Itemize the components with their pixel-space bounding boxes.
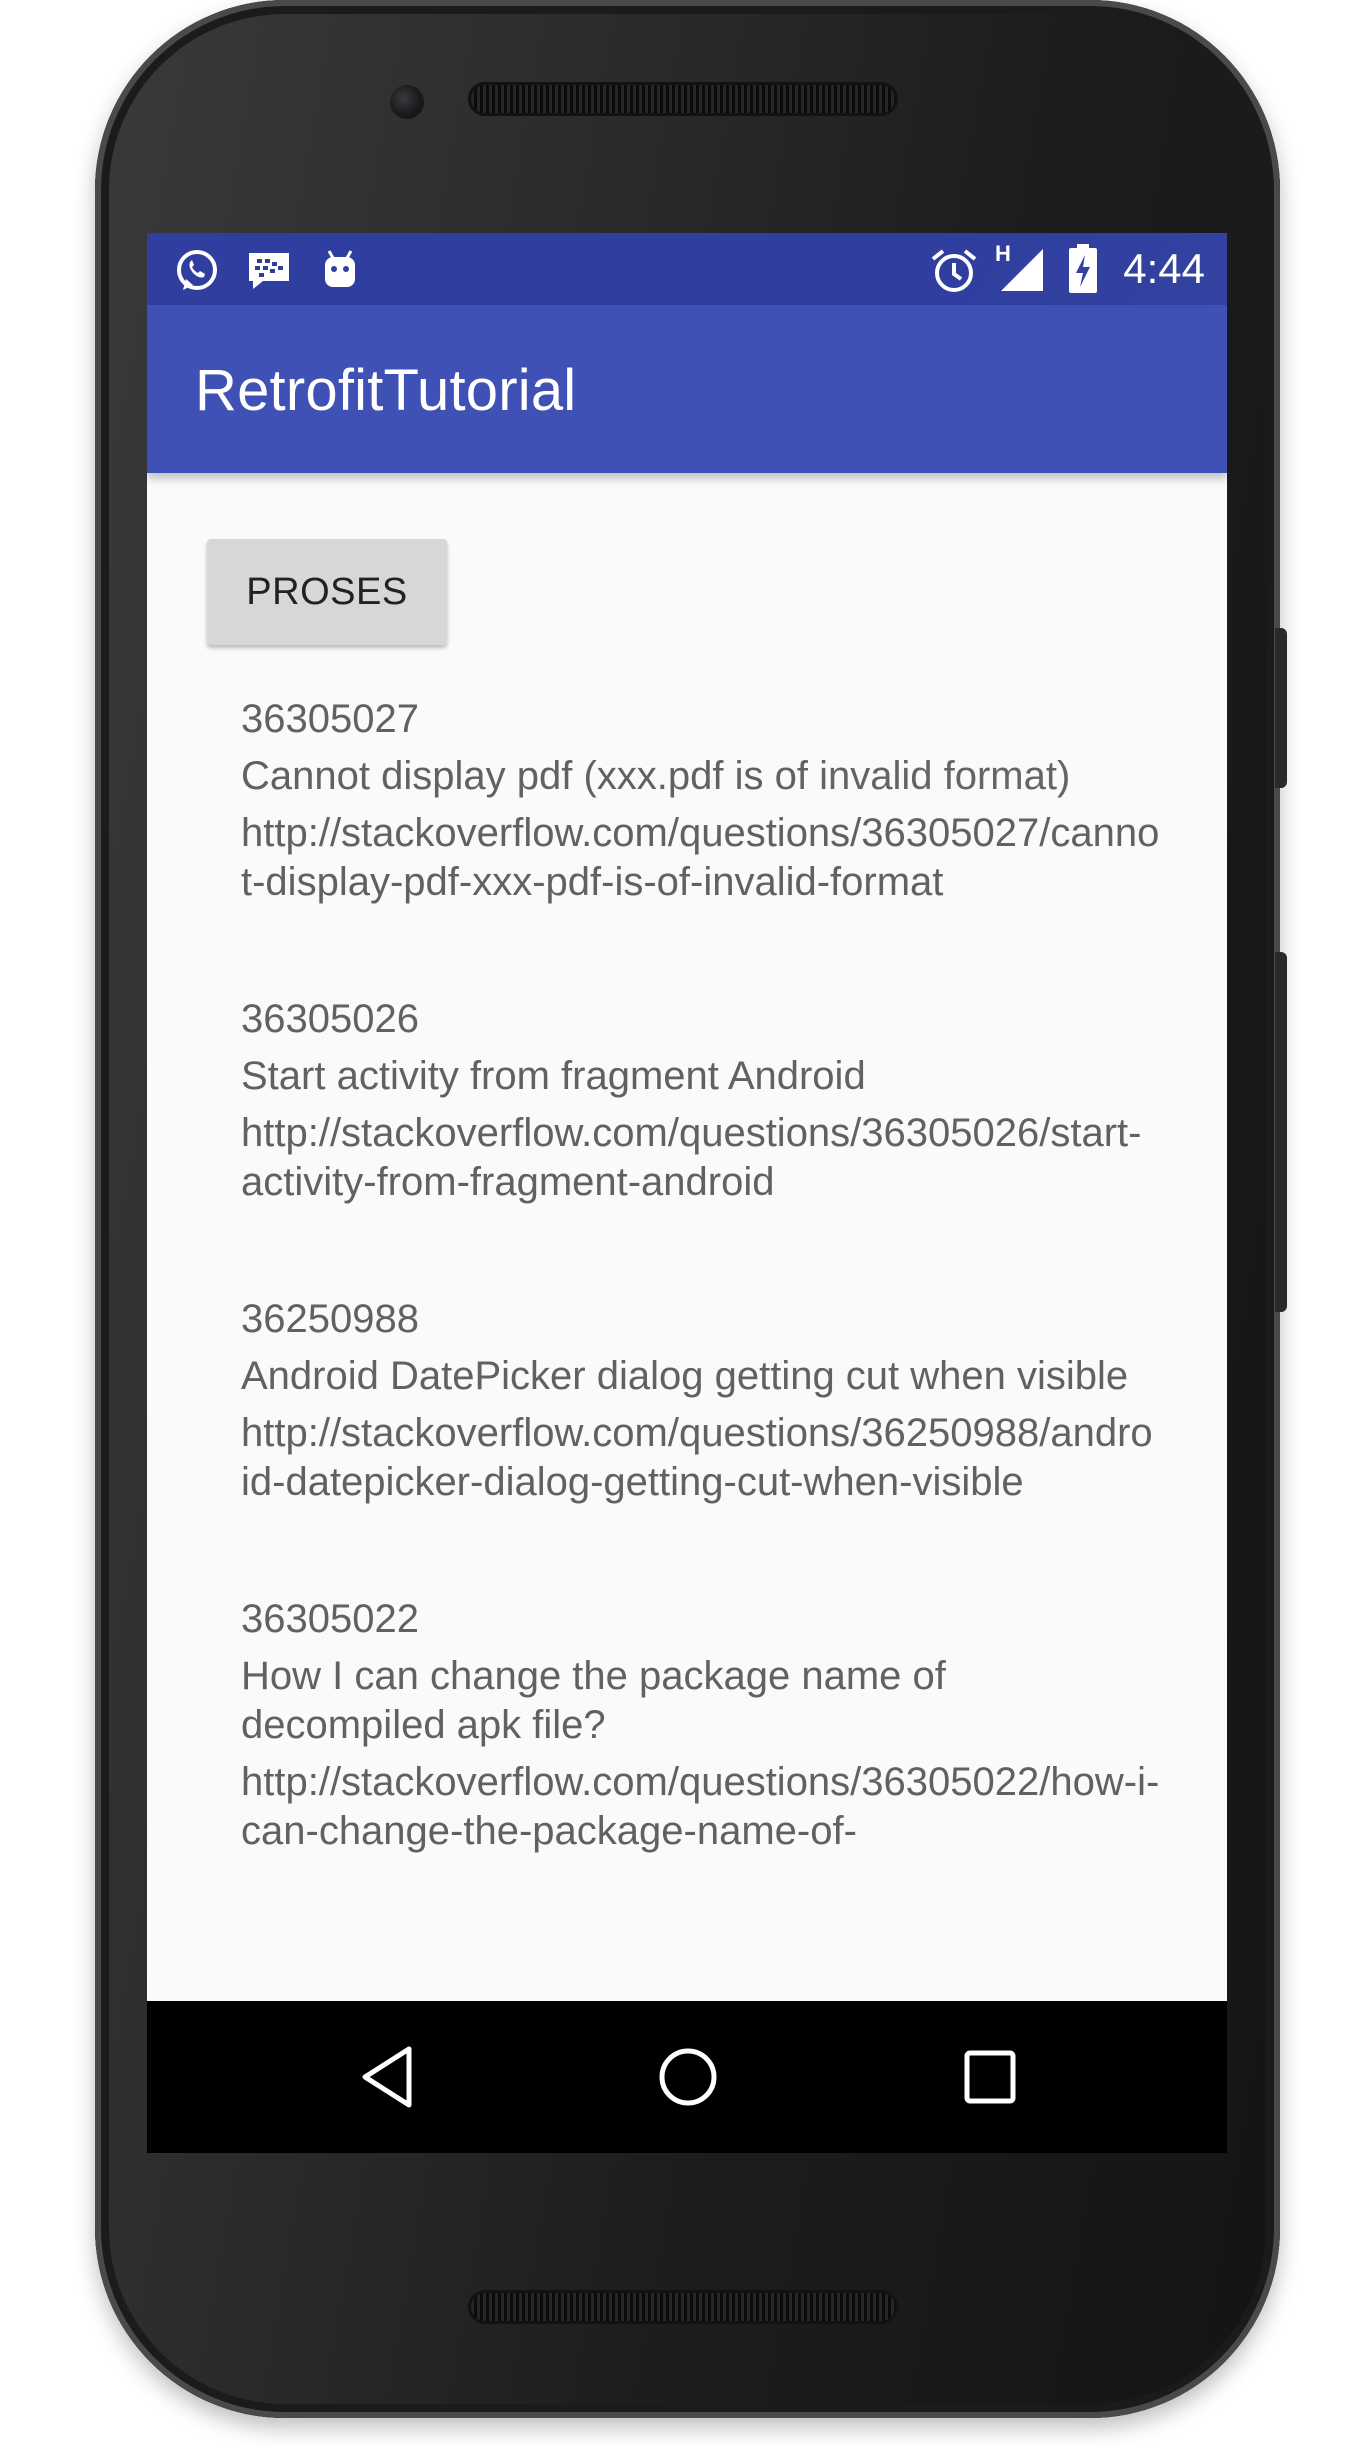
list-item[interactable]: 36250988 Android DatePicker dialog getti… <box>241 1295 1161 1507</box>
bbm-icon <box>245 247 293 299</box>
android-debug-icon <box>317 247 363 299</box>
list-item[interactable]: 36305026 Start activity from fragment An… <box>241 995 1161 1207</box>
power-button <box>1275 628 1287 788</box>
question-link[interactable]: http://stackoverflow.com/questions/36305… <box>241 1109 1161 1207</box>
top-speaker-grille <box>468 82 898 116</box>
back-icon[interactable] <box>357 2043 421 2115</box>
question-link[interactable]: http://stackoverflow.com/questions/36305… <box>241 809 1161 907</box>
question-id: 36305022 <box>241 1597 419 1641</box>
signal-icon <box>999 247 1045 297</box>
question-link[interactable]: http://stackoverflow.com/questions/36250… <box>241 1409 1161 1507</box>
app-bar: RetrofitTutorial <box>147 305 1227 473</box>
volume-button <box>1275 952 1287 1312</box>
question-title: Android DatePicker dialog getting cut wh… <box>241 1354 1129 1398</box>
main-content[interactable]: PROSES 36305027 Cannot display pdf (xxx.… <box>147 473 1227 2001</box>
question-list[interactable]: 36305027 Cannot display pdf (xxx.pdf is … <box>241 695 1161 1856</box>
home-icon[interactable] <box>655 2043 721 2115</box>
recents-icon[interactable] <box>959 2043 1023 2115</box>
front-camera <box>390 85 424 119</box>
question-title: Start activity from fragment Android <box>241 1054 866 1098</box>
question-id: 36250988 <box>241 1297 419 1341</box>
phone-screen: H 4:44 RetrofitTutorial PROSES 36305027 … <box>147 233 1227 2153</box>
question-title: How I can change the package name of dec… <box>241 1654 946 1747</box>
question-id: 36305026 <box>241 997 419 1041</box>
question-id: 36305027 <box>241 697 419 741</box>
list-item[interactable]: 36305027 Cannot display pdf (xxx.pdf is … <box>241 695 1161 907</box>
alarm-icon <box>929 247 979 299</box>
question-title: Cannot display pdf (xxx.pdf is of invali… <box>241 754 1071 798</box>
bottom-speaker-grille <box>468 2290 898 2324</box>
app-title: RetrofitTutorial <box>195 358 577 423</box>
question-link[interactable]: http://stackoverflow.com/questions/36305… <box>241 1758 1161 1856</box>
navigation-bar <box>147 2001 1227 2153</box>
battery-charging-icon <box>1067 243 1099 299</box>
whatsapp-icon <box>173 247 221 299</box>
clock: 4:44 <box>1123 245 1205 292</box>
list-item[interactable]: 36305022 How I can change the package na… <box>241 1595 1161 1856</box>
proses-button[interactable]: PROSES <box>207 539 447 645</box>
status-bar: H 4:44 <box>147 233 1227 305</box>
